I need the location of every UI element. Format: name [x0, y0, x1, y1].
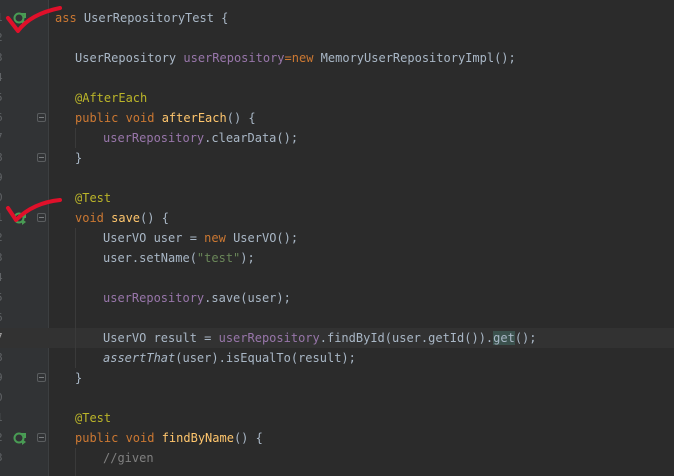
code-line-8[interactable]: 8 } — [0, 148, 674, 168]
code-text: assertThat(user).isEqualTo(result); — [103, 351, 356, 365]
line-number: 4 — [0, 268, 6, 288]
code-text: @Test — [75, 191, 112, 205]
line-number: 2 — [0, 428, 6, 448]
line-number: 7 — [0, 328, 6, 348]
indent-guide — [75, 128, 76, 148]
line-number: 9 — [0, 168, 6, 188]
line-number: 3 — [0, 48, 6, 68]
code-text: UserVO result = userRepository.findById(… — [103, 331, 537, 345]
indent-guide — [75, 228, 76, 368]
code-text: ass UserRepositoryTest { — [55, 11, 229, 25]
code-text: } — [75, 151, 83, 165]
line-number: 3 — [0, 448, 6, 468]
line-number: 9 — [0, 368, 6, 388]
code-line-10[interactable]: 0 @Test — [0, 188, 674, 208]
code-text: public void findByName() { — [75, 431, 263, 445]
fold-marker-icon[interactable] — [37, 433, 46, 442]
code-line-11[interactable]: 1 void save() { — [0, 208, 674, 228]
code-line-15[interactable]: 5 userRepository.save(user); — [0, 288, 674, 308]
code-line-9[interactable]: 9 — [0, 168, 674, 188]
line-number: 4 — [0, 68, 6, 88]
line-number: 2 — [0, 28, 6, 48]
fold-marker-icon[interactable] — [37, 113, 46, 122]
code-text: @AfterEach — [75, 91, 148, 105]
fold-marker-icon[interactable] — [37, 373, 46, 382]
line-number: 5 — [0, 288, 6, 308]
line-number: 1 — [0, 208, 6, 228]
code-line-4[interactable]: 4 — [0, 68, 674, 88]
run-test-icon[interactable] — [13, 431, 27, 445]
code-line-17-current[interactable]: 7 UserVO result = userRepository.findByI… — [0, 328, 674, 348]
code-line-3[interactable]: 3 UserRepository userRepository=new Memo… — [0, 48, 674, 68]
line-number: 2 — [0, 228, 6, 248]
fold-marker-icon[interactable] — [37, 213, 46, 222]
line-number: 8 — [0, 348, 6, 368]
code-line-5[interactable]: 5 @AfterEach — [0, 88, 674, 108]
code-line-7[interactable]: 7 userRepository.clearData(); — [0, 128, 674, 148]
code-line-6[interactable]: 6 public void afterEach() { — [0, 108, 674, 128]
run-test-icon[interactable] — [13, 211, 27, 225]
code-line-18[interactable]: 8 assertThat(user).isEqualTo(result); — [0, 348, 674, 368]
line-number: 6 — [0, 108, 6, 128]
line-number: 1 — [0, 408, 6, 428]
code-text: user.setName("test"); — [103, 251, 255, 265]
code-text: public void afterEach() { — [75, 111, 256, 125]
code-editor[interactable]: 1 ass UserRepositoryTest { 2 3 UserRepos… — [0, 0, 674, 476]
code-line-13[interactable]: 3 user.setName("test"); — [0, 248, 674, 268]
run-test-icon[interactable] — [13, 11, 27, 25]
code-line-2[interactable]: 2 — [0, 28, 674, 48]
fold-marker-icon[interactable] — [37, 153, 46, 162]
line-number: 5 — [0, 88, 6, 108]
code-text: UserVO user = new UserVO(); — [103, 231, 299, 245]
code-text: userRepository.clearData(); — [103, 131, 299, 145]
line-number: 0 — [0, 188, 6, 208]
line-number: 0 — [0, 388, 6, 408]
code-text: @Test — [75, 411, 112, 425]
code-text: } — [75, 371, 83, 385]
code-text: UserRepository userRepository=new Memory… — [75, 51, 516, 65]
line-number: 3 — [0, 248, 6, 268]
code-line-21[interactable]: 1 @Test — [0, 408, 674, 428]
code-line-12[interactable]: 2 UserVO user = new UserVO(); — [0, 228, 674, 248]
code-line-16[interactable]: 6 — [0, 308, 674, 328]
code-line-1[interactable]: 1 ass UserRepositoryTest { — [0, 8, 674, 28]
line-number: 7 — [0, 128, 6, 148]
line-number: 6 — [0, 308, 6, 328]
code-line-14[interactable]: 4 — [0, 268, 674, 288]
line-number: 1 — [0, 8, 6, 28]
code-line-22[interactable]: 2 public void findByName() { — [0, 428, 674, 448]
indent-guide — [75, 448, 76, 476]
code-line-23[interactable]: 3 //given — [0, 448, 674, 468]
code-line-19[interactable]: 9 } — [0, 368, 674, 388]
code-text: userRepository.save(user); — [103, 291, 291, 305]
highlighted-usage: get — [493, 331, 515, 345]
line-number: 8 — [0, 148, 6, 168]
code-text: void save() { — [75, 211, 169, 225]
code-text: //given — [103, 451, 154, 465]
code-line-20[interactable]: 0 — [0, 388, 674, 408]
